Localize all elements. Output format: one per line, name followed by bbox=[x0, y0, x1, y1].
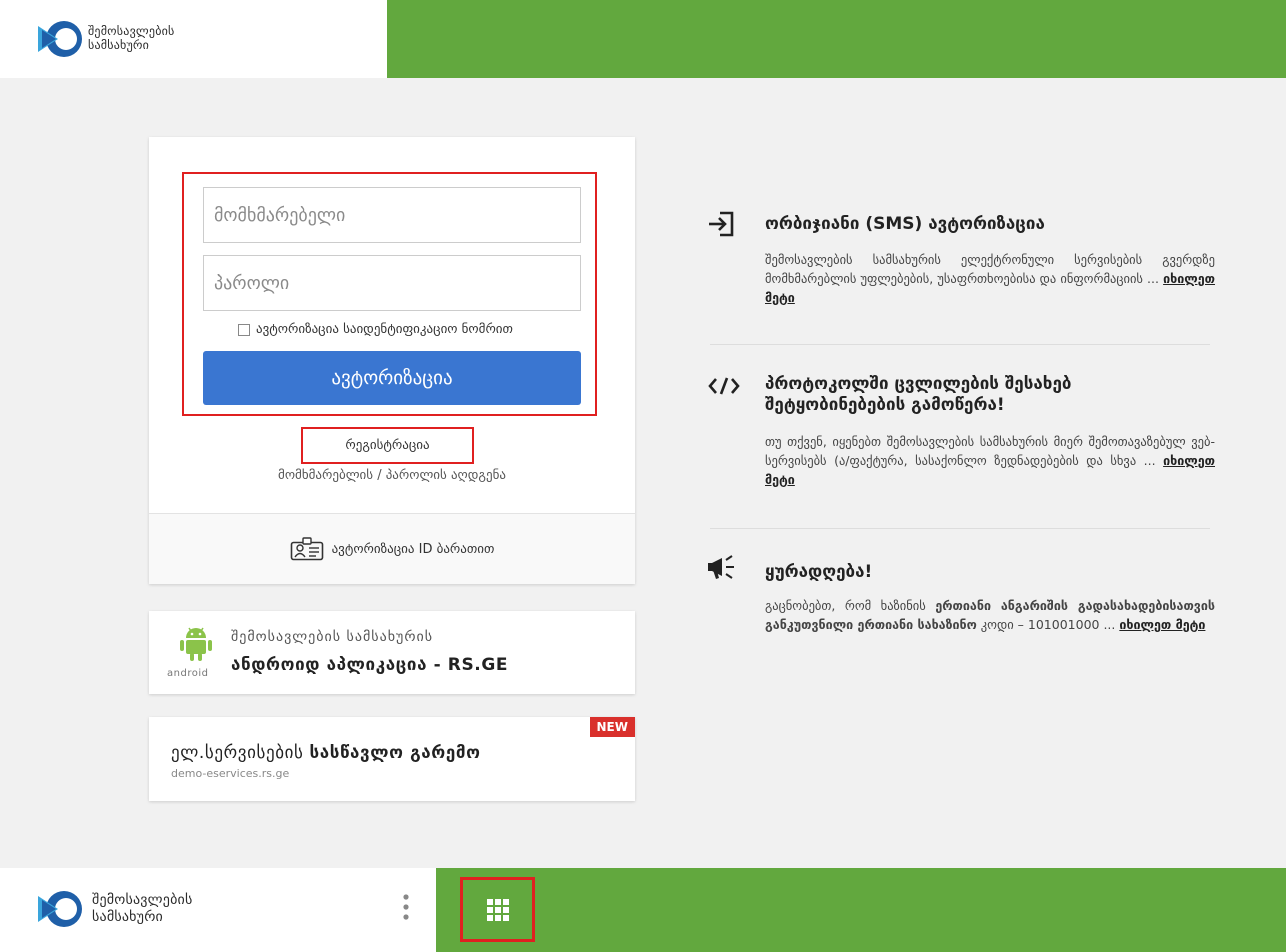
footer-logo-line1: შემოსავლების bbox=[92, 892, 193, 908]
info-body-sms-auth-text: შემოსავლების სამსახურის ელექტრონული სერვ… bbox=[765, 252, 1215, 286]
logo-line1: შემოსავლების bbox=[88, 24, 175, 38]
code-icon bbox=[708, 377, 740, 395]
info-body-sms-auth: შემოსავლების სამსახურის ელექტრონული სერვ… bbox=[765, 250, 1215, 307]
id-checkbox-row[interactable]: ავტორიზაცია საიდენტიფიკაციო ნომრით bbox=[238, 322, 513, 337]
demo-promo-url: demo-eservices.rs.ge bbox=[171, 767, 290, 780]
more-link-attention[interactable]: იხილეთ მეტი bbox=[1119, 617, 1205, 632]
top-header: შემოსავლების სამსახური bbox=[0, 0, 1286, 78]
rs-logo-icon-footer bbox=[38, 891, 82, 927]
demo-environment-promo[interactable]: NEW ელ.სერვისების სასწავლო გარემო demo-e… bbox=[149, 717, 635, 801]
footer-green-band bbox=[436, 868, 1286, 952]
megaphone-icon bbox=[708, 555, 734, 579]
android-promo-line1: შემოსავლების სამსახურის bbox=[231, 629, 434, 645]
password-input[interactable] bbox=[203, 255, 581, 311]
info-body-attention-text2: კოდი – 101001000 ... bbox=[976, 617, 1120, 632]
id-card-auth-button[interactable]: ავტორიზაცია ID ბარათით bbox=[149, 514, 635, 584]
grid-icon bbox=[486, 898, 509, 921]
demo-promo-title: ელ.სერვისების სასწავლო გარემო bbox=[171, 743, 481, 763]
footer-logo-line2: სამსახური bbox=[92, 909, 163, 925]
logo-line2: სამსახური bbox=[88, 38, 150, 52]
login-button-label: ავტორიზაცია bbox=[331, 367, 453, 389]
apps-grid-button[interactable] bbox=[460, 877, 535, 942]
recover-link[interactable]: მომხმარებლის / პაროლის აღდგენა bbox=[149, 468, 635, 483]
android-promo-line2: ანდროიდ აპლიკაცია - RS.GE bbox=[231, 655, 509, 675]
demo-title-part1: ელ.სერვისების bbox=[171, 743, 310, 763]
info-divider-1 bbox=[710, 344, 1210, 345]
footer-logo[interactable] bbox=[36, 890, 86, 932]
demo-title-part2: სასწავლო გარემო bbox=[309, 743, 481, 763]
header-logo-text: შემოსავლების სამსახური bbox=[88, 24, 174, 52]
rs-logo-icon bbox=[38, 21, 82, 57]
new-badge: NEW bbox=[589, 717, 635, 737]
info-body-protocol: თუ თქვენ, იყენებთ შემოსავლების სამსახური… bbox=[765, 432, 1215, 489]
info-body-protocol-text: თუ თქვენ, იყენებთ შემოსავლების სამსახური… bbox=[765, 434, 1215, 468]
android-wordmark: android bbox=[167, 668, 209, 679]
info-body-attention: გაცნობებთ, რომ ხაზინის ერთიანი ანგარიშის… bbox=[765, 596, 1215, 634]
info-title-attention: ყურადღება! bbox=[765, 562, 873, 582]
header-green-band bbox=[387, 0, 1286, 78]
username-input[interactable] bbox=[203, 187, 581, 243]
id-checkbox-label: ავტორიზაცია საიდენტიფიკაციო ნომრით bbox=[256, 322, 513, 337]
kebab-menu-icon[interactable] bbox=[401, 892, 411, 922]
footer-logo-text: შემოსავლების სამსახური bbox=[92, 892, 193, 926]
id-card-icon bbox=[290, 537, 323, 561]
info-title-sms-auth: ორბიჯიანი (SMS) ავტორიზაცია bbox=[765, 214, 1045, 234]
login-icon bbox=[709, 211, 734, 237]
android-app-promo[interactable]: android შემოსავლების სამსახურის ანდროიდ … bbox=[149, 611, 635, 694]
register-link[interactable]: რეგისტრაცია bbox=[301, 427, 474, 464]
android-icon bbox=[180, 627, 212, 661]
header-logo[interactable] bbox=[36, 20, 86, 62]
register-label: რეგისტრაცია bbox=[345, 438, 430, 453]
id-auth-checkbox[interactable] bbox=[238, 323, 250, 336]
login-button[interactable]: ავტორიზაცია bbox=[203, 351, 581, 405]
info-divider-2 bbox=[710, 528, 1210, 529]
info-title-protocol: პროტოკოლში ცვლილების შესახებ შეტყობინებე… bbox=[765, 374, 1072, 415]
id-card-label: ავტორიზაცია ID ბარათით bbox=[331, 541, 495, 557]
info-body-attention-text1: გაცნობებთ, რომ ხაზინის bbox=[765, 598, 936, 613]
